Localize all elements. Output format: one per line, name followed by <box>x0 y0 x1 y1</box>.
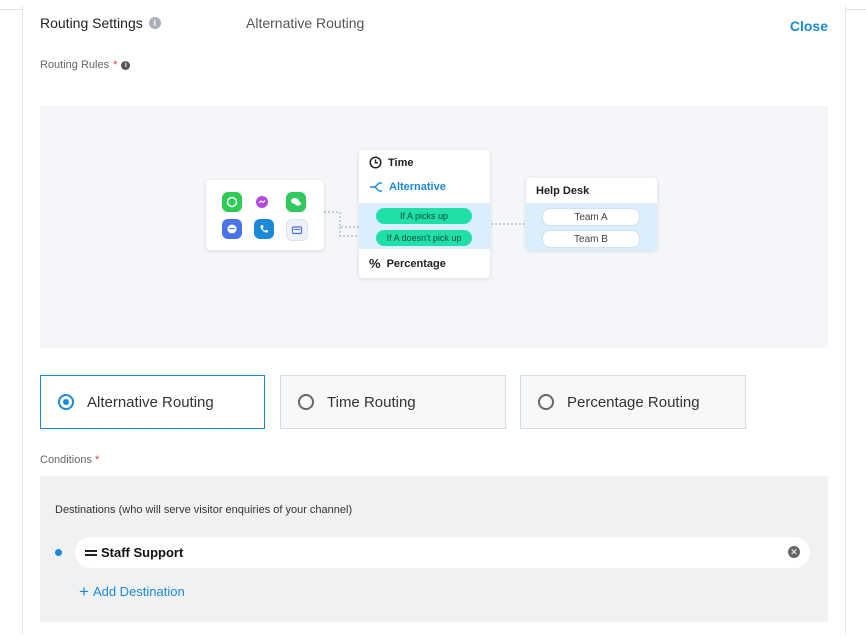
destination-bullet <box>55 549 62 556</box>
channels-card <box>206 180 324 250</box>
percent-icon: % <box>369 256 381 271</box>
chat-icon <box>222 219 242 239</box>
destination-name: Staff Support <box>101 545 184 560</box>
conditions-text: Conditions <box>40 454 92 466</box>
team-a: Team A <box>542 208 640 226</box>
routing-rules-label: Routing Rules * i <box>40 59 131 71</box>
radio-selected-icon[interactable] <box>58 394 74 410</box>
clock-icon <box>369 156 382 169</box>
drag-handle-icon[interactable] <box>85 549 97 556</box>
help-desk-teams: Team A Team B <box>526 203 657 250</box>
required-mark: * <box>113 59 118 71</box>
info-icon[interactable]: i <box>121 60 131 70</box>
routing-diagram: Time Alternative If A picks up If A does… <box>40 106 828 348</box>
add-destination-label: Add Destination <box>92 584 185 599</box>
option-percentage-routing[interactable]: Percentage Routing <box>520 375 746 429</box>
routing-type-card: Time Alternative If A picks up If A does… <box>359 150 490 278</box>
routing-rules-text: Routing Rules <box>40 59 110 71</box>
destination-row[interactable]: Staff Support ✕ <box>75 537 810 568</box>
route-percentage-label: Percentage <box>386 257 446 270</box>
destinations-hint: Destinations (who will serve visitor enq… <box>55 504 353 516</box>
webchat-icon <box>286 219 308 241</box>
conditions-box: Destinations (who will serve visitor enq… <box>40 476 828 622</box>
option-alternative-routing[interactable]: Alternative Routing <box>40 375 265 429</box>
close-button[interactable]: Close <box>790 18 828 34</box>
route-alternative: Alternative <box>369 181 446 193</box>
phone-icon <box>254 219 274 239</box>
whatsapp-icon <box>222 192 242 212</box>
radio-icon[interactable] <box>538 394 554 410</box>
team-b: Team B <box>542 230 640 248</box>
option-label: Percentage Routing <box>567 393 700 411</box>
route-alternative-label: Alternative <box>389 181 446 193</box>
route-percentage: % Percentage <box>369 256 446 271</box>
branch-icon <box>370 182 382 192</box>
conditions-label: Conditions * <box>40 454 99 466</box>
page-title: Routing Settings i <box>40 15 161 31</box>
option-label: Time Routing <box>327 393 416 411</box>
route-time: Time <box>369 156 413 169</box>
info-icon[interactable]: i <box>148 17 161 29</box>
required-mark: * <box>95 454 100 466</box>
help-desk-title: Help Desk <box>536 185 590 197</box>
remove-icon[interactable]: ✕ <box>788 546 800 558</box>
option-time-routing[interactable]: Time Routing <box>280 375 506 429</box>
plus-icon: + <box>79 582 89 601</box>
wechat-icon <box>286 192 306 212</box>
condition-no-pick-up: If A doesn't pick up <box>376 230 472 246</box>
page-title-text: Routing Settings <box>40 15 143 31</box>
condition-picks-up: If A picks up <box>376 208 472 224</box>
page-subtitle: Alternative Routing <box>246 15 365 31</box>
option-label: Alternative Routing <box>87 393 214 411</box>
radio-icon[interactable] <box>298 394 314 410</box>
messenger-icon <box>254 194 270 210</box>
help-desk-card: Help Desk Team A Team B <box>526 178 657 250</box>
route-time-label: Time <box>388 156 414 169</box>
add-destination-button[interactable]: + Add Destination <box>79 582 185 601</box>
